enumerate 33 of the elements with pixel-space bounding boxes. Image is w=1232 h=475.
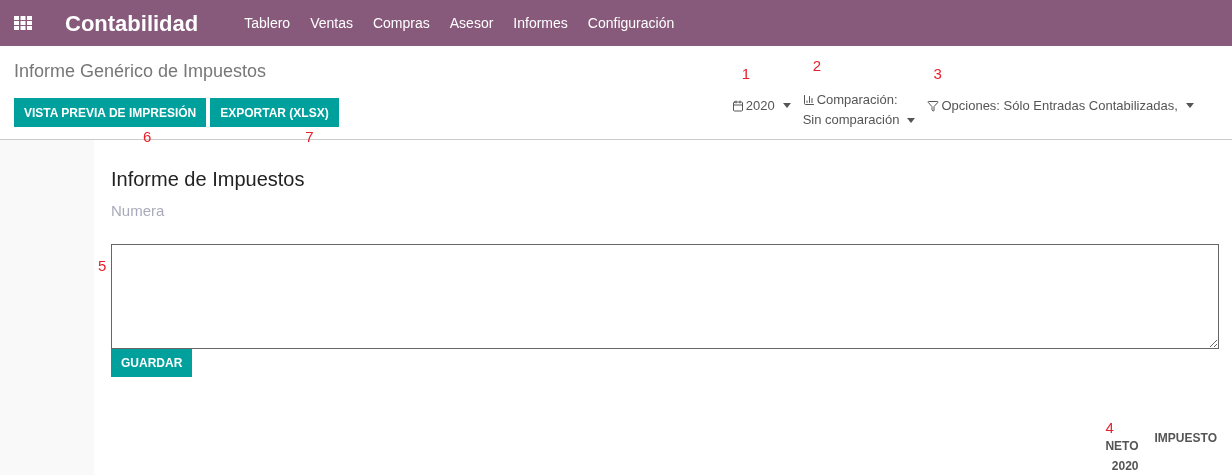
filter-icon bbox=[927, 99, 940, 112]
menu-item[interactable]: Asesor bbox=[449, 12, 494, 34]
menu-item[interactable]: Ventas bbox=[310, 12, 353, 34]
save-button[interactable]: GUARDAR bbox=[111, 348, 193, 377]
column-header: NETO 2020 bbox=[1105, 438, 1139, 475]
column-header: IMPUESTO bbox=[1154, 430, 1217, 447]
app-name: Contabilidad bbox=[65, 9, 199, 38]
comparison-filter[interactable]: Comparación: Sin comparación bbox=[802, 88, 916, 132]
note-field[interactable] bbox=[111, 243, 1219, 349]
caret-icon bbox=[1185, 103, 1194, 109]
report-subtitle: Numera bbox=[111, 201, 166, 221]
options-filter[interactable]: Opciones: Sólo Entradas Contabilizadas, bbox=[927, 96, 1194, 116]
bar-chart-icon bbox=[802, 94, 815, 106]
annotation-number: 6 bbox=[143, 129, 152, 144]
calendar-icon bbox=[731, 99, 744, 112]
annotation-number: 2 bbox=[812, 58, 821, 73]
annotation-number: 3 bbox=[933, 66, 942, 81]
caret-icon bbox=[907, 117, 916, 123]
annotation-number: 4 bbox=[1105, 420, 1114, 435]
app-grid-icon[interactable] bbox=[14, 16, 32, 30]
export-button[interactable]: EXPORTAR (XLSX) bbox=[210, 98, 339, 127]
menu-item[interactable]: Compras bbox=[372, 12, 430, 34]
menu-item[interactable]: Configuración bbox=[587, 12, 675, 34]
breadcrumb: Informe Genérico de Impuestos bbox=[14, 60, 268, 83]
date-filter[interactable]: 2020 bbox=[731, 96, 791, 116]
annotation-number: 7 bbox=[305, 129, 314, 144]
report-title: Informe de Impuestos bbox=[111, 167, 306, 192]
print-preview-button[interactable]: VISTA PREVIA DE IMPRESIÓN bbox=[14, 98, 207, 127]
menu-item[interactable]: Tablero bbox=[244, 12, 291, 34]
annotation-number: 5 bbox=[98, 257, 107, 273]
menu-item[interactable]: Informes bbox=[513, 12, 568, 34]
annotation-number: 1 bbox=[741, 66, 751, 81]
caret-icon bbox=[782, 103, 791, 109]
